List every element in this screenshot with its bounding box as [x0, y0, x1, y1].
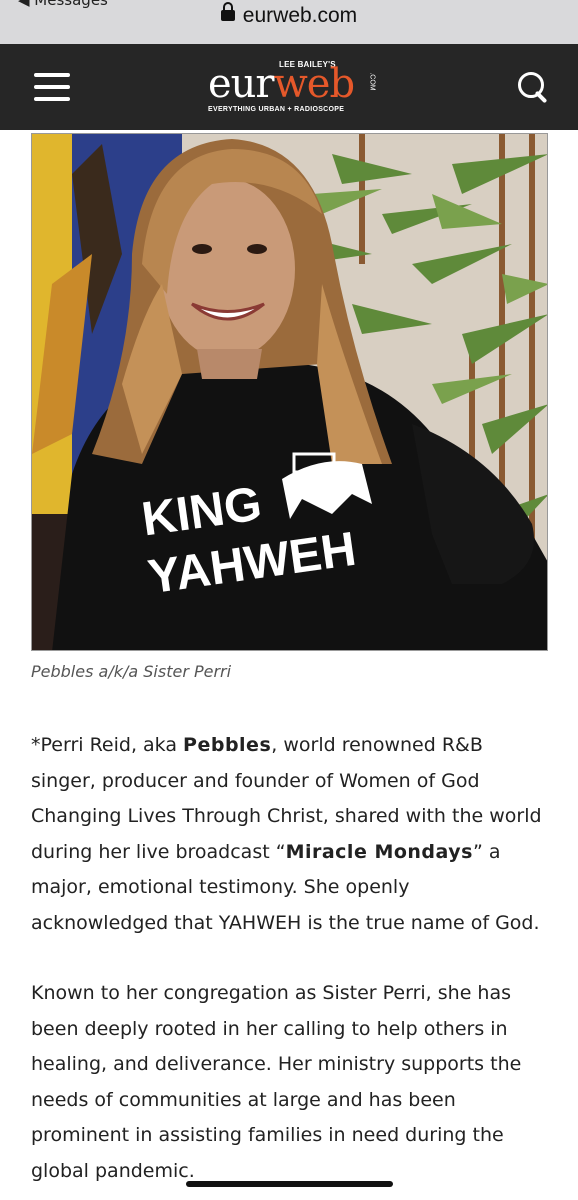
bold-name: Pebbles: [183, 734, 272, 756]
logo-com: .COM: [368, 72, 376, 91]
site-logo[interactable]: LEE BAILEY'S eurweb .COM EVERYTHING URBA…: [208, 54, 378, 120]
logo-wordmark-part2: web: [273, 61, 356, 107]
site-header: LEE BAILEY'S eurweb .COM EVERYTHING URBA…: [0, 44, 578, 130]
search-icon[interactable]: [518, 72, 552, 106]
url-display[interactable]: eurweb.com: [0, 2, 578, 28]
browser-address-bar[interactable]: ◀ Messages eurweb.com: [0, 0, 578, 44]
home-indicator[interactable]: [186, 1181, 393, 1187]
article-body: *Perri Reid, aka Pebbles, world renowned…: [31, 728, 551, 1200]
lock-icon: [220, 2, 235, 23]
paragraph-text: *Perri Reid, aka: [31, 734, 184, 756]
url-text: eurweb.com: [242, 4, 358, 27]
article-paragraph-2: Known to her congregation as Sister Perr…: [31, 982, 522, 1182]
photo-caption: Pebbles a/k/a Sister Perri: [31, 662, 232, 681]
article-paragraph-1: *Perri Reid, aka Pebbles, world renowned…: [31, 728, 551, 941]
logo-bottom-tagline: EVERYTHING URBAN + RADIOSCOPE: [208, 106, 345, 113]
logo-wordmark-part1: eur: [208, 61, 275, 107]
bold-show-name: Miracle Mondays: [285, 840, 473, 863]
menu-icon[interactable]: [34, 73, 70, 101]
article-photo: KING YAHWEH: [31, 133, 548, 651]
logo-wordmark: eurweb: [208, 61, 356, 107]
